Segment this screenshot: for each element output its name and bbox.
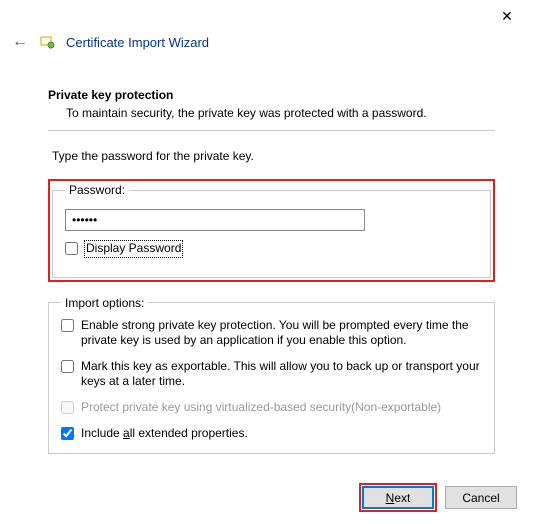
opt-exportable-label: Mark this key as exportable. This will a… — [81, 359, 482, 390]
display-password-label: Display Password — [85, 241, 182, 257]
wizard-header: ← Certificate Import Wizard — [0, 32, 535, 58]
opt-strong-checkbox[interactable] — [61, 319, 74, 332]
opt-vbs-checkbox — [61, 401, 74, 414]
wizard-content: Private key protection To maintain secur… — [0, 58, 535, 464]
opt-exportable-checkbox[interactable] — [61, 360, 74, 373]
instruction-text: Type the password for the private key. — [52, 149, 495, 163]
opt-exportable-row: Mark this key as exportable. This will a… — [61, 359, 482, 390]
password-highlight: Password: Display Password — [48, 179, 495, 282]
display-password-row: Display Password — [65, 241, 478, 257]
back-button[interactable]: ← — [10, 32, 30, 52]
opt-include-label: Include all extended properties. — [81, 426, 248, 442]
opt-strong-row: Enable strong private key protection. Yo… — [61, 318, 482, 349]
password-fieldset: Password: Display Password — [52, 183, 491, 278]
opt-include-checkbox[interactable] — [61, 427, 74, 440]
wizard-title: Certificate Import Wizard — [66, 35, 209, 50]
opt-vbs-label: Protect private key using virtualized-ba… — [81, 400, 441, 416]
back-arrow-icon: ← — [12, 33, 28, 51]
cancel-button[interactable]: Cancel — [445, 486, 517, 509]
import-options-fieldset: Import options: Enable strong private ke… — [48, 296, 495, 455]
opt-include-row: Include all extended properties. — [61, 426, 482, 442]
section-description: To maintain security, the private key wa… — [66, 106, 495, 120]
opt-vbs-row: Protect private key using virtualized-ba… — [61, 400, 482, 416]
titlebar: ✕ — [0, 0, 535, 32]
next-button-highlight: Next — [359, 483, 437, 512]
display-password-checkbox[interactable] — [65, 242, 78, 255]
password-legend: Password: — [65, 183, 129, 197]
close-icon: ✕ — [501, 8, 513, 25]
opt-strong-label: Enable strong private key protection. Yo… — [81, 318, 482, 349]
wizard-footer: Next Cancel — [359, 483, 517, 512]
import-options-legend: Import options: — [61, 296, 148, 310]
certificate-wizard-icon — [40, 34, 56, 50]
next-button[interactable]: Next — [362, 486, 434, 509]
close-button[interactable]: ✕ — [487, 2, 527, 30]
separator — [48, 130, 495, 131]
section-title: Private key protection — [48, 88, 495, 102]
password-input[interactable] — [65, 209, 365, 231]
